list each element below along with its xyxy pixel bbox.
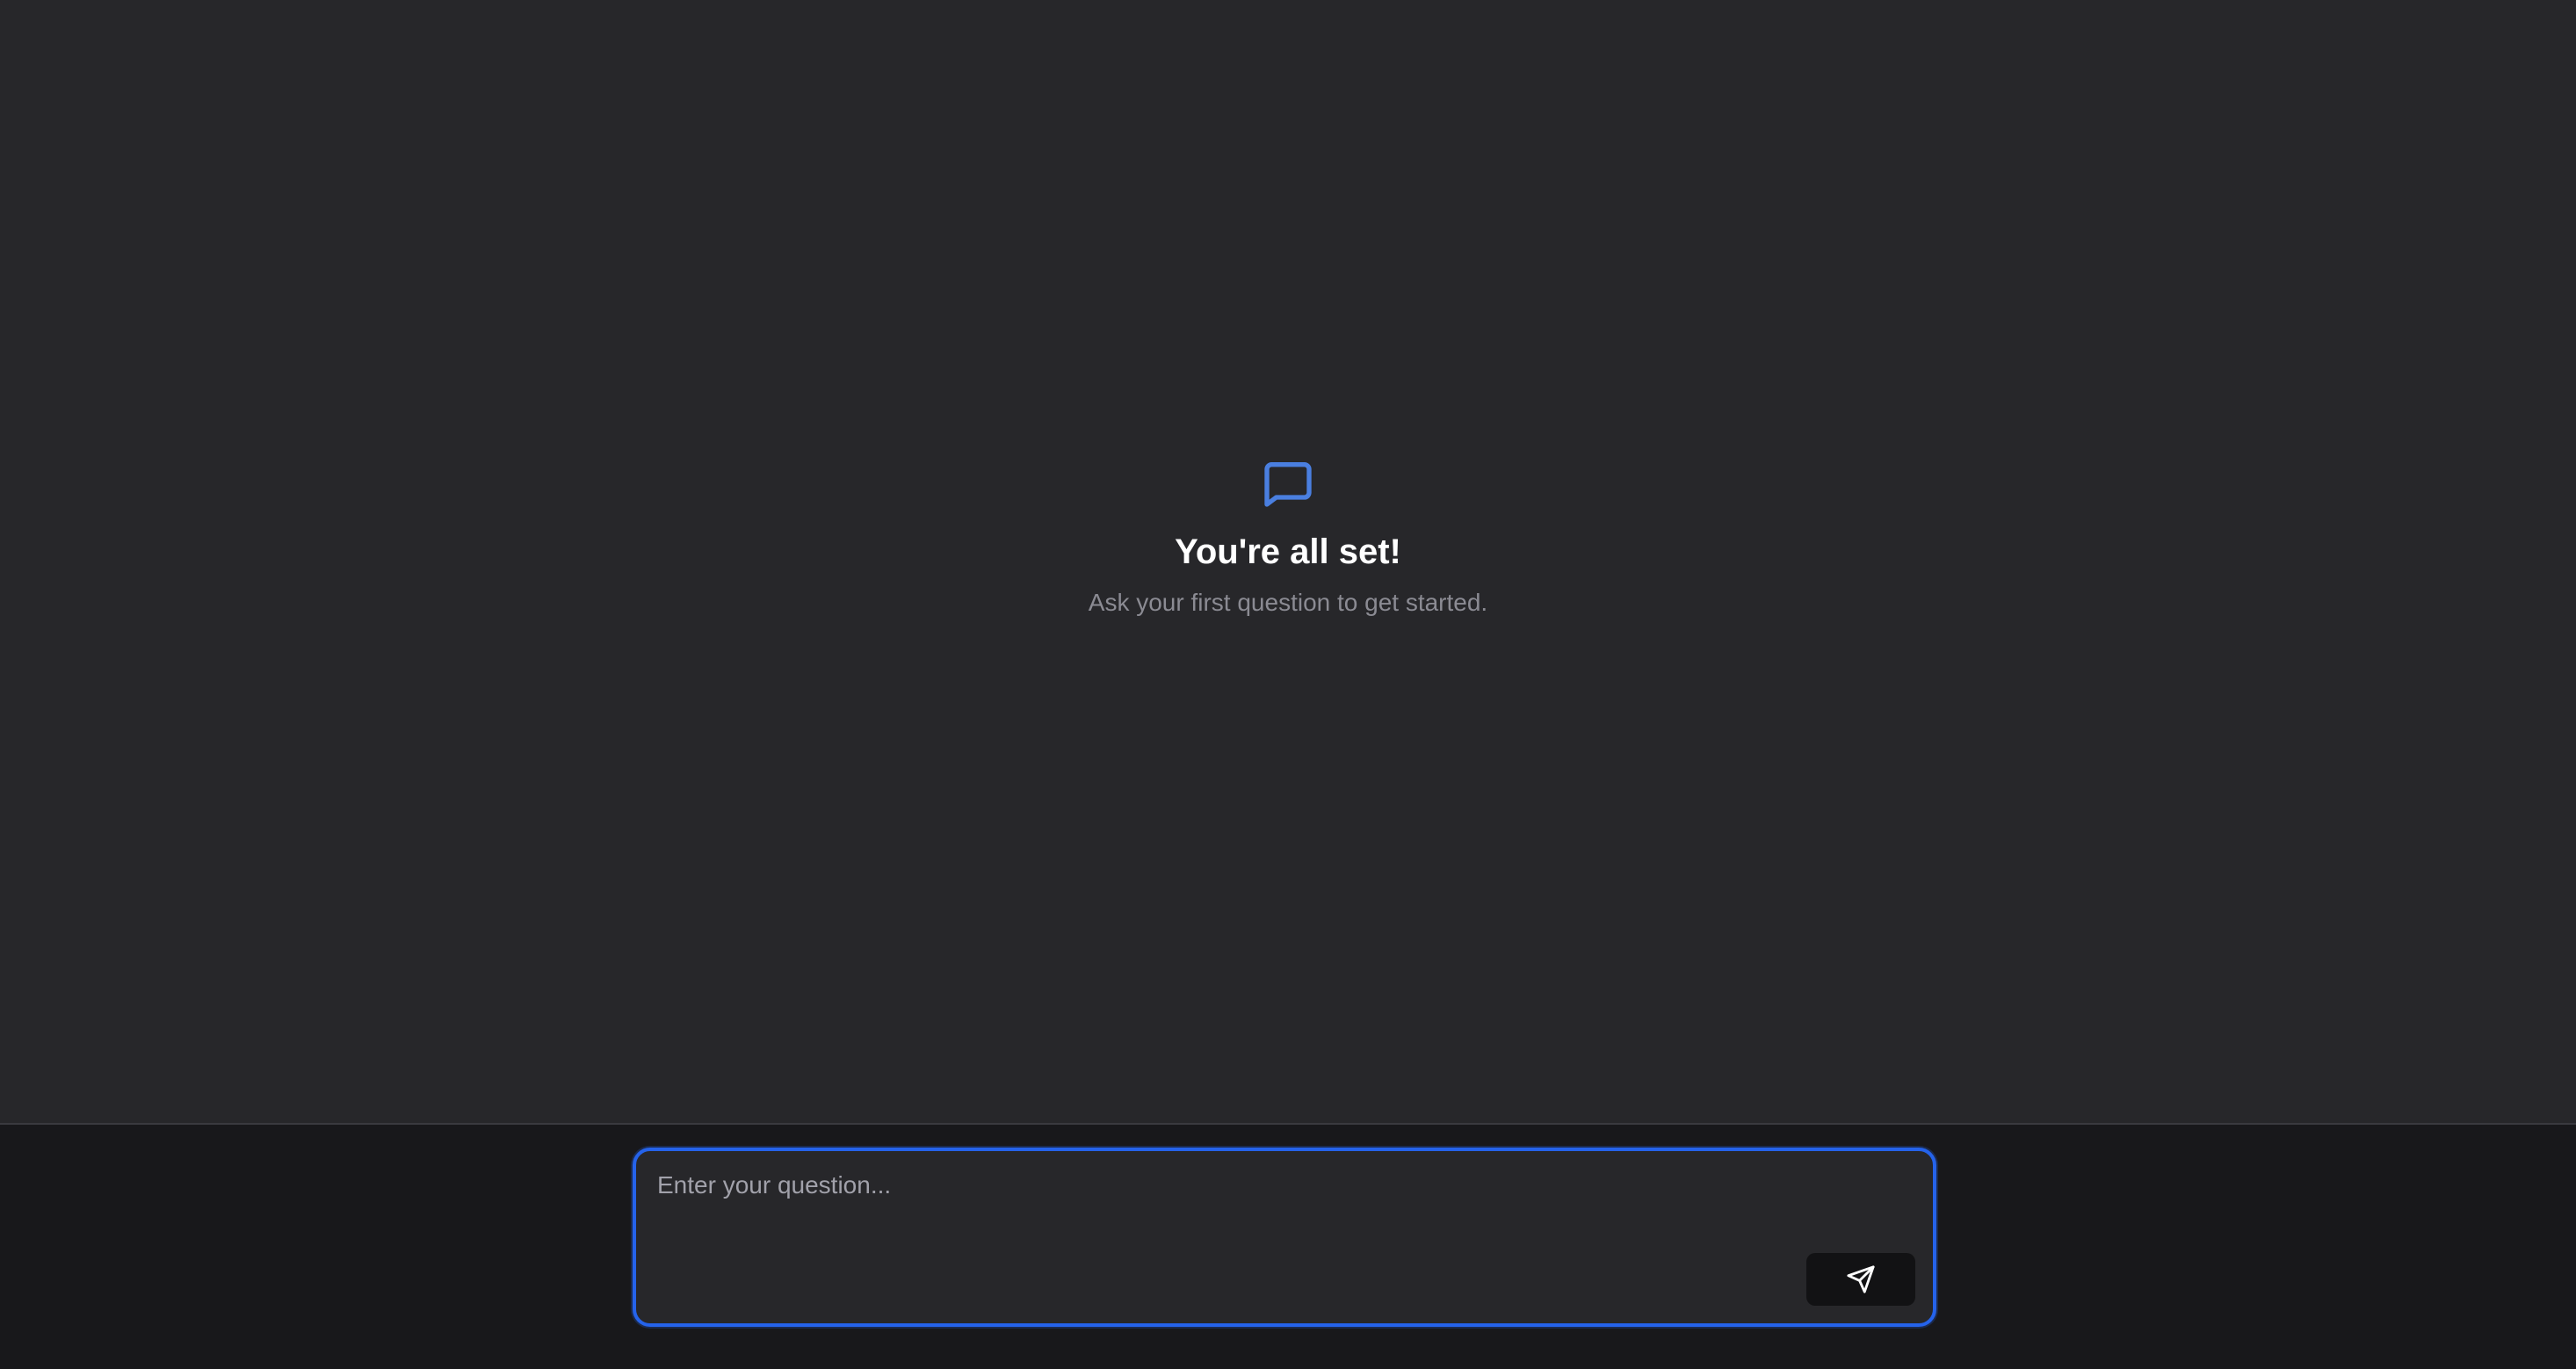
- send-button[interactable]: [1806, 1253, 1915, 1306]
- chat-area: You're all set! Ask your first question …: [0, 0, 2576, 1123]
- question-input-box: [633, 1148, 1936, 1327]
- empty-state-title: You're all set!: [1175, 532, 1401, 571]
- send-icon: [1847, 1265, 1875, 1293]
- chat-bubble-icon: [1264, 462, 1312, 507]
- empty-state: You're all set! Ask your first question …: [0, 455, 2576, 619]
- composer-bar: [0, 1123, 2576, 1369]
- empty-state-subtitle: Ask your first question to get started.: [1088, 589, 1488, 616]
- question-input[interactable]: [657, 1169, 1905, 1274]
- chat-app: You're all set! Ask your first question …: [0, 0, 2576, 1369]
